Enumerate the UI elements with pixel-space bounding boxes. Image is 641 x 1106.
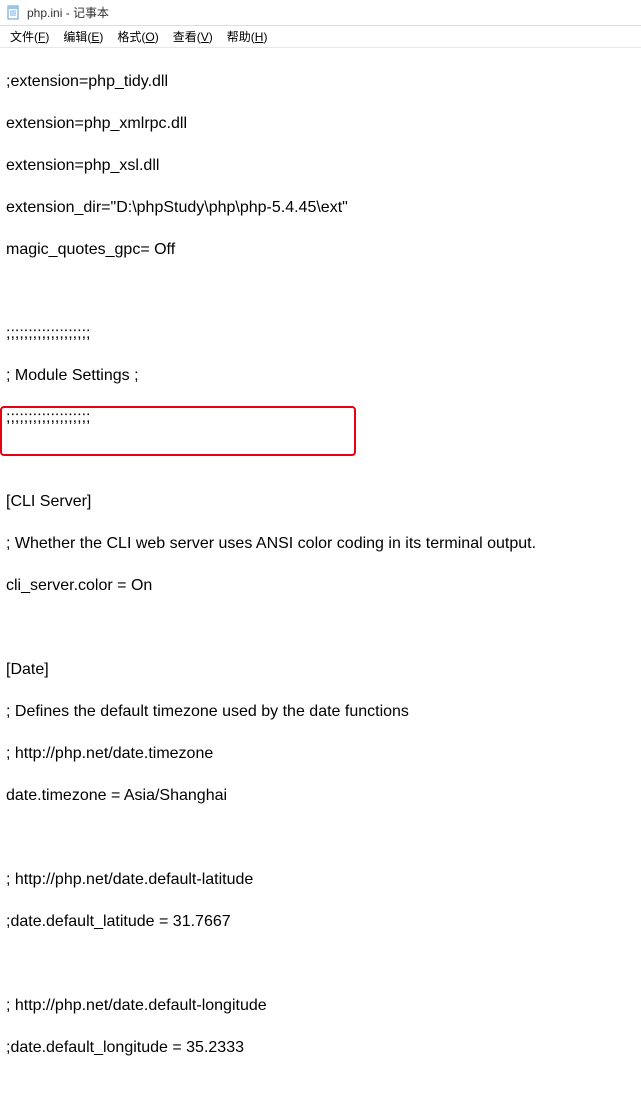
menu-view[interactable]: 查看(V) [167,26,219,47]
titlebar: php.ini - 记事本 [0,0,641,26]
text-line [6,617,635,638]
menu-help[interactable]: 帮助(H) [221,26,274,47]
text-line [6,449,635,470]
text-line: magic_quotes_gpc= Off [6,239,635,260]
menu-format[interactable]: 格式(O) [111,26,164,47]
notepad-icon [6,5,22,21]
text-line: ; Defines the default timezone used by t… [6,701,635,722]
text-line: ;;;;;;;;;;;;;;;;;;; [6,323,635,344]
text-line: ; http://php.net/date.default-latitude [6,869,635,890]
text-line: [CLI Server] [6,491,635,512]
text-line: extension=php_xmlrpc.dll [6,113,635,134]
text-line [6,827,635,848]
text-line: ; http://php.net/date.default-longitude [6,995,635,1016]
text-line: ;date.default_latitude = 31.7667 [6,911,635,932]
text-line: extension_dir="D:\phpStudy\php\php-5.4.4… [6,197,635,218]
text-line: ; Module Settings ; [6,365,635,386]
menubar: 文件(F) 编辑(E) 格式(O) 查看(V) 帮助(H) [0,26,641,48]
window-title: php.ini - 记事本 [27,4,109,21]
text-line: date.timezone = Asia/Shanghai [6,785,635,806]
text-line: ;;;;;;;;;;;;;;;;;;; [6,407,635,428]
text-line: extension=php_xsl.dll [6,155,635,176]
text-line: ; Whether the CLI web server uses ANSI c… [6,533,635,554]
text-line: ; http://php.net/date.timezone [6,743,635,764]
menu-file[interactable]: 文件(F) [4,26,55,47]
text-line [6,953,635,974]
text-editor-content[interactable]: ;extension=php_tidy.dll extension=php_xm… [0,48,641,1106]
menu-edit[interactable]: 编辑(E) [57,26,109,47]
text-line: ;date.default_longitude = 35.2333 [6,1037,635,1058]
text-line: ;extension=php_tidy.dll [6,71,635,92]
text-line: [Date] [6,659,635,680]
text-line [6,281,635,302]
text-line: cli_server.color = On [6,575,635,596]
